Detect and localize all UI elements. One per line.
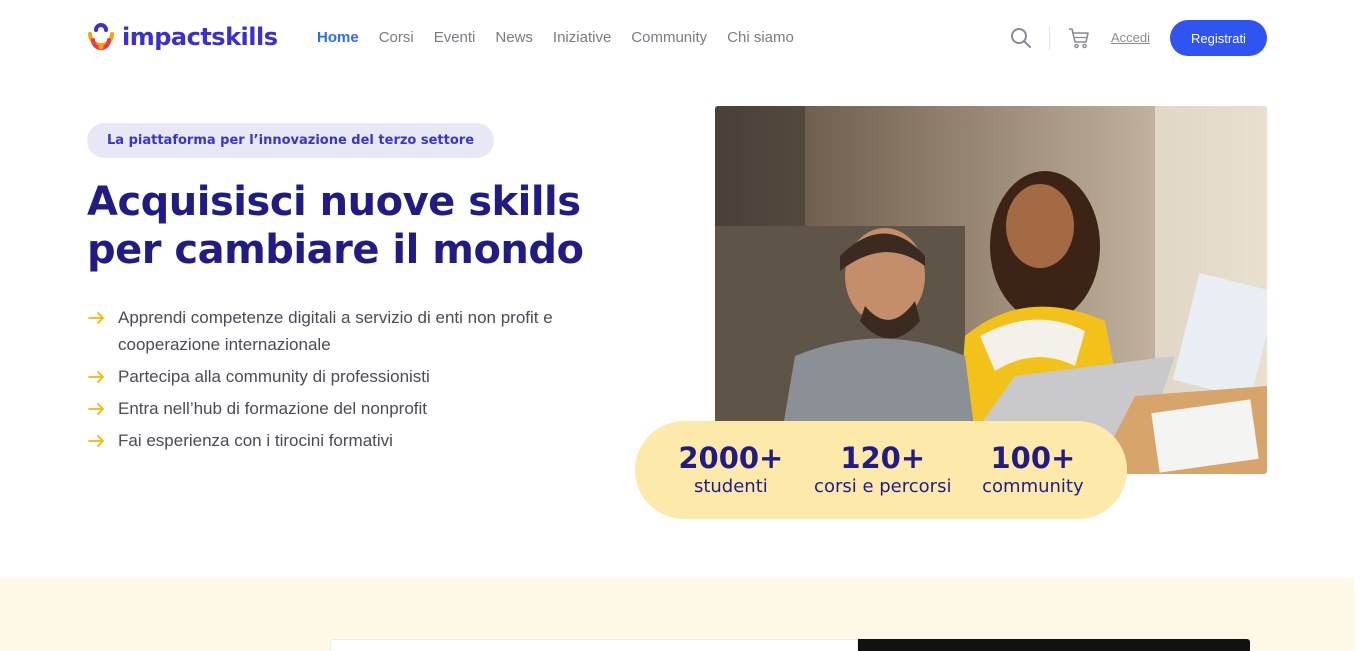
list-item: Apprendi competenze digitali a servizio … — [87, 304, 587, 358]
list-item: Fai esperienza con i tirocini formativi — [87, 427, 587, 454]
next-section-media — [858, 639, 1250, 651]
search-icon[interactable] — [1009, 26, 1033, 50]
stat-label: community — [982, 476, 1084, 497]
next-section-card — [330, 639, 858, 651]
main-nav: Home Corsi Eventi News Iniziative Commun… — [317, 29, 794, 46]
nav-item-chi-siamo[interactable]: Chi siamo — [727, 29, 794, 46]
nav-item-news[interactable]: News — [495, 29, 533, 46]
stats-banner: 2000+ studenti 120+ corsi e percorsi 100… — [635, 421, 1127, 519]
arrow-right-icon — [88, 435, 104, 447]
brand-name: impactskills — [122, 23, 278, 51]
stat-students: 2000+ studenti — [678, 441, 783, 499]
nav-item-eventi[interactable]: Eventi — [434, 29, 476, 46]
stat-value: 100+ — [990, 441, 1076, 475]
nav-item-home[interactable]: Home — [317, 29, 359, 46]
arrow-right-icon — [88, 371, 104, 383]
logo-mark-icon — [88, 23, 114, 50]
nav-item-iniziative[interactable]: Iniziative — [553, 29, 611, 46]
nav-item-corsi[interactable]: Corsi — [379, 29, 414, 46]
nav-item-community[interactable]: Community — [631, 29, 707, 46]
register-button[interactable]: Registrati — [1170, 20, 1267, 56]
list-item: Entra nell’hub di formazione del nonprof… — [87, 395, 587, 422]
arrow-right-icon — [88, 403, 104, 415]
header-divider — [1049, 26, 1050, 50]
benefit-text: Partecipa alla community di professionis… — [118, 367, 430, 386]
hero-photo — [715, 106, 1267, 474]
benefit-text: Fai esperienza con i tirocini formativi — [118, 431, 393, 450]
site-header: impactskills Home Corsi Eventi News Iniz… — [0, 0, 1366, 76]
login-link[interactable]: Accedi — [1111, 30, 1150, 45]
benefit-text: Apprendi competenze digitali a servizio … — [118, 308, 553, 354]
stat-courses: 120+ corsi e percorsi — [814, 441, 951, 499]
tagline-badge: La piattaforma per l’innovazione del ter… — [87, 123, 495, 158]
cart-icon[interactable] — [1067, 26, 1091, 50]
stat-value: 2000+ — [678, 441, 784, 475]
brand-logo[interactable]: impactskills — [86, 22, 278, 52]
stat-label: corsi e percorsi — [814, 476, 952, 497]
stat-community: 100+ community — [982, 441, 1084, 499]
stat-value: 120+ — [840, 441, 926, 475]
benefit-text: Entra nell’hub di formazione del nonprof… — [118, 399, 428, 418]
hero-title: Acquisisci nuove skills per cambiare il … — [87, 179, 584, 273]
benefit-list: Apprendi competenze digitali a servizio … — [87, 304, 587, 459]
list-item: Partecipa alla community di professionis… — [87, 363, 587, 390]
arrow-right-icon — [88, 312, 104, 324]
stat-label: studenti — [693, 476, 768, 497]
